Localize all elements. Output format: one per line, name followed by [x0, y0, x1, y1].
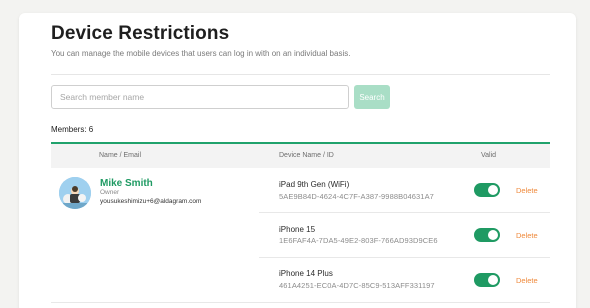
user-name[interactable]: Mike Smith: [100, 178, 153, 189]
column-header-valid: Valid: [481, 152, 497, 159]
delete-device-button[interactable]: Delete: [516, 186, 538, 195]
page-description: You can manage the mobile devices that u…: [51, 49, 351, 58]
valid-toggle[interactable]: [474, 273, 500, 287]
user-role: Owner: [100, 189, 120, 196]
device-name: iPad 9th Gen (WiFi): [279, 180, 350, 189]
column-header-device: Device Name / ID: [279, 152, 334, 159]
delete-device-button[interactable]: Delete: [516, 231, 538, 240]
valid-toggle[interactable]: [474, 228, 500, 242]
members-count: Members: 6: [51, 125, 94, 134]
table-header: Name / Email Device Name / ID Valid: [51, 142, 550, 168]
search-input[interactable]: [51, 85, 349, 109]
row-divider: [51, 302, 550, 303]
column-header-name-email: Name / Email: [99, 152, 142, 159]
device-id: 5AE9B84D-4624-4C7F-A387-9988B04631A7: [279, 192, 434, 201]
avatar: [59, 177, 91, 209]
search-button[interactable]: Search: [354, 85, 390, 109]
avatar-photo-icon: [59, 177, 91, 209]
header-divider: [51, 74, 550, 75]
device-id: 1E6FAF4A-7DA5-49E2-803F-766AD93D9CE6: [279, 236, 438, 245]
device-id: 461A4251-EC0A-4D7C-85C9-513AFF331197: [279, 281, 435, 290]
device-name: iPhone 15: [279, 225, 316, 234]
valid-toggle[interactable]: [474, 183, 500, 197]
toggle-knob: [488, 275, 498, 285]
device-name: iPhone 14 Plus: [279, 269, 333, 278]
user-email: yousukeshimizu+6@aldagram.com: [100, 198, 202, 205]
delete-device-button[interactable]: Delete: [516, 276, 538, 285]
row-divider: [259, 257, 550, 258]
device-restrictions-card: Device Restrictions You can manage the m…: [19, 13, 576, 308]
toggle-knob: [488, 185, 498, 195]
toggle-knob: [488, 230, 498, 240]
row-divider: [259, 212, 550, 213]
page-title: Device Restrictions: [51, 23, 230, 44]
